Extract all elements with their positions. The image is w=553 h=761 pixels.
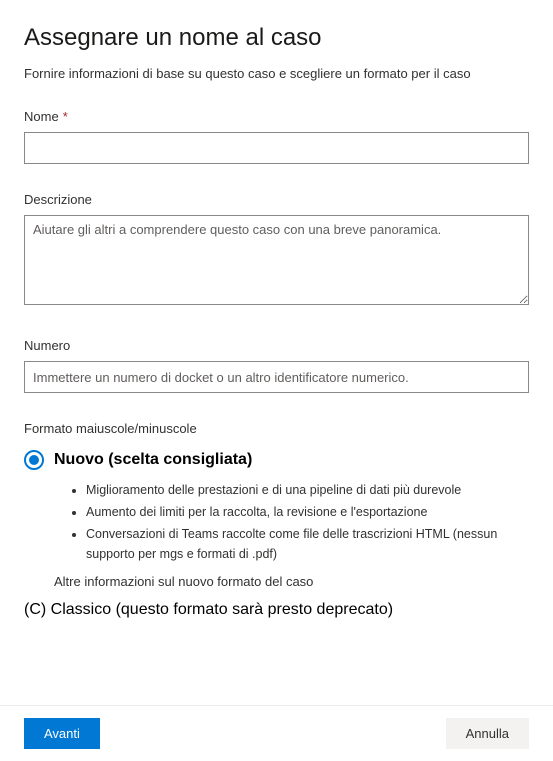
format-section-label: Formato maiuscole/minuscole: [24, 421, 529, 436]
format-option-new[interactable]: Nuovo (scelta consigliata): [24, 450, 529, 470]
format-new-bullets: Miglioramento delle prestazioni e di una…: [86, 480, 529, 564]
number-field-group: Numero: [24, 338, 529, 393]
next-button[interactable]: Avanti: [24, 718, 100, 749]
name-field-group: Nome *: [24, 109, 529, 164]
cancel-button[interactable]: Annulla: [446, 718, 529, 749]
list-item: Miglioramento delle prestazioni e di una…: [86, 480, 529, 500]
page-subtitle: Fornire informazioni di base su questo c…: [24, 66, 529, 81]
number-label: Numero: [24, 338, 529, 353]
list-item: Aumento dei limiti per la raccolta, la r…: [86, 502, 529, 522]
name-input[interactable]: [24, 132, 529, 164]
format-option-classic-label: (C) Classico (questo formato sarà presto…: [24, 601, 393, 619]
format-section: Formato maiuscole/minuscole Nuovo (scelt…: [24, 421, 529, 619]
list-item: Conversazioni di Teams raccolte come fil…: [86, 524, 529, 564]
number-input[interactable]: [24, 361, 529, 393]
format-option-classic[interactable]: (C) Classico (questo formato sarà presto…: [24, 601, 529, 619]
radio-selected-icon[interactable]: [24, 450, 44, 470]
page-title: Assegnare un nome al caso: [24, 24, 529, 52]
footer: Avanti Annulla: [0, 705, 553, 761]
more-info-link[interactable]: Altre informazioni sul nuovo formato del…: [54, 574, 529, 589]
format-option-new-label: Nuovo (scelta consigliata): [54, 451, 252, 469]
name-label-text: Nome: [24, 109, 59, 124]
required-marker: *: [63, 109, 68, 124]
description-label: Descrizione: [24, 192, 529, 207]
description-field-group: Descrizione: [24, 192, 529, 310]
name-label: Nome *: [24, 109, 529, 124]
description-input[interactable]: [24, 215, 529, 305]
